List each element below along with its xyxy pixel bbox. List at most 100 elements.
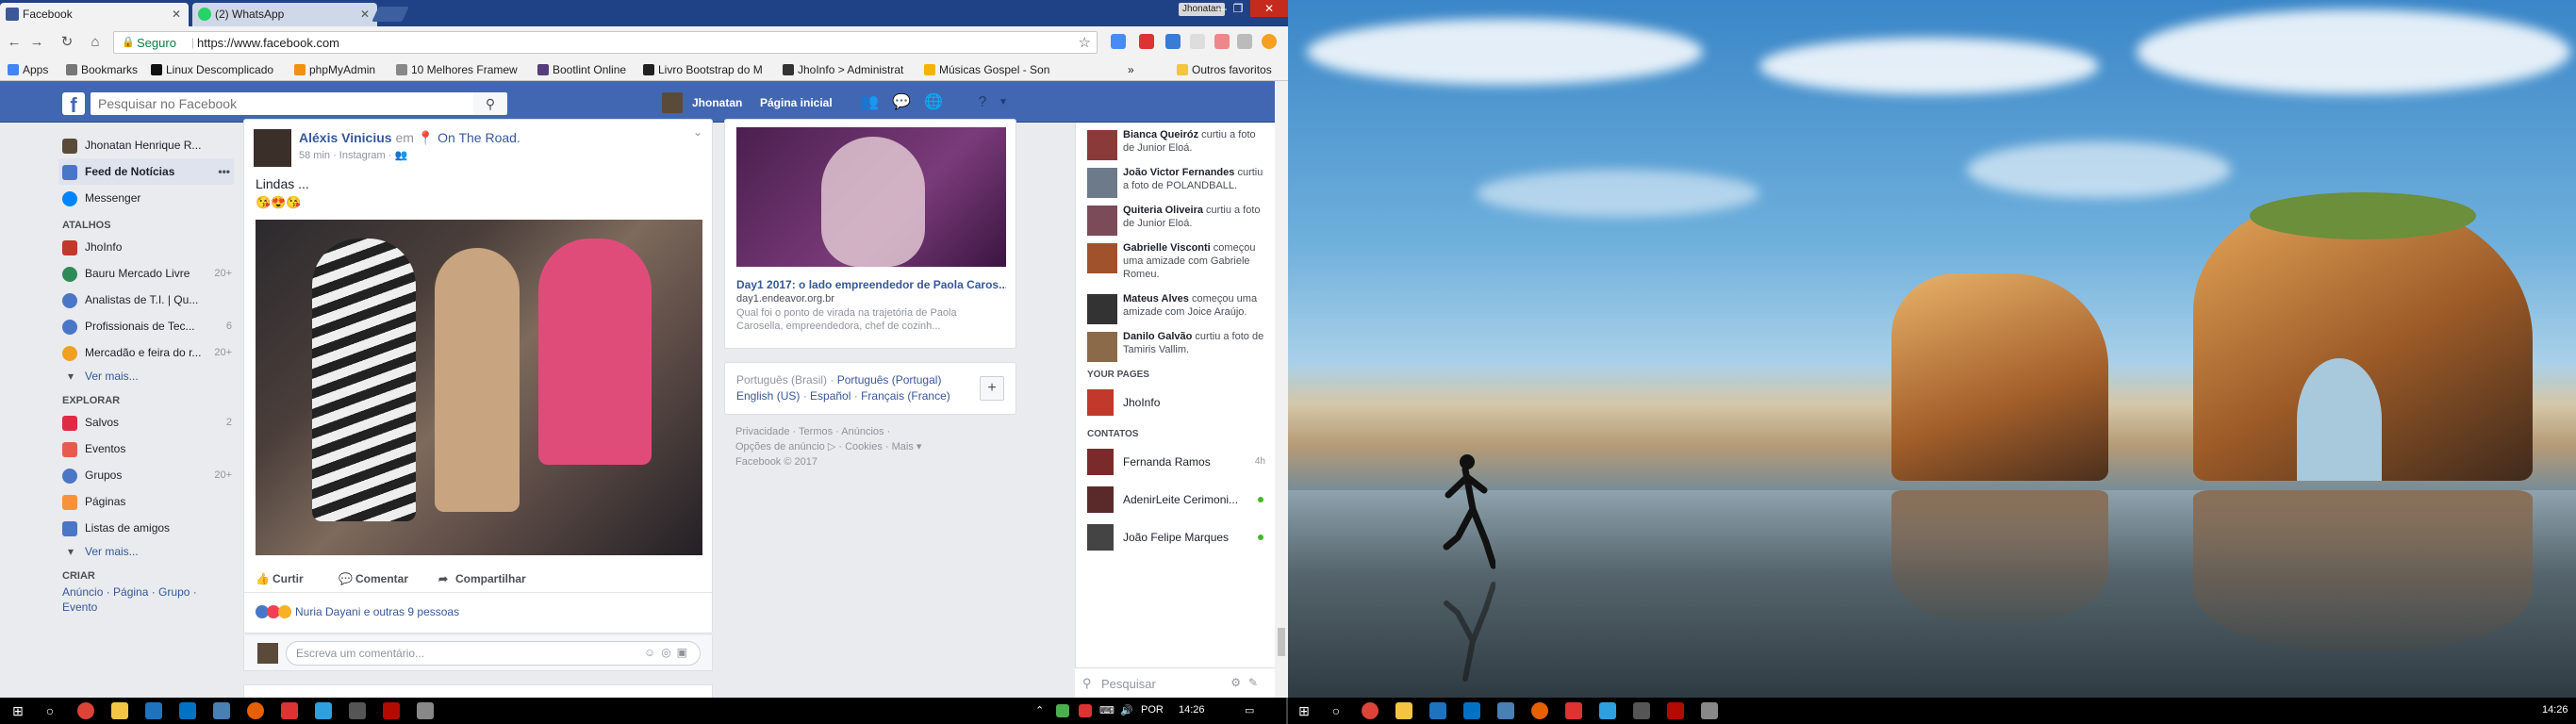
- bookmark-item[interactable]: Livro Bootstrap do M: [643, 63, 763, 76]
- app-icon[interactable]: [1565, 702, 1582, 719]
- facebook-logo-icon[interactable]: f: [62, 92, 85, 117]
- avatar[interactable]: [254, 129, 291, 167]
- sidebar-item-shortcut[interactable]: Mercadão e feira do r... 20+: [58, 339, 234, 366]
- search-icon[interactable]: ⚲: [473, 92, 507, 115]
- translate-extension-icon[interactable]: [1111, 34, 1126, 49]
- facebook-search-input[interactable]: [91, 92, 473, 115]
- post-photo[interactable]: [256, 220, 702, 555]
- sidebar-item-events[interactable]: Eventos: [58, 436, 234, 462]
- windows-start-icon[interactable]: ⊞: [11, 704, 25, 717]
- acrobat-icon[interactable]: [383, 702, 400, 719]
- like-button[interactable]: 👍 Curtir: [256, 572, 304, 585]
- language-link[interactable]: English (US): [736, 389, 800, 403]
- ad-title[interactable]: Day1 2017: o lado empreendedor de Paola …: [736, 278, 1006, 291]
- forward-icon[interactable]: →: [28, 34, 45, 51]
- more-options-icon[interactable]: •••: [218, 158, 230, 185]
- clock[interactable]: 14:26: [2542, 704, 2568, 716]
- bookmark-item[interactable]: phpMyAdmin: [294, 63, 375, 76]
- sidebar-item-friend-lists[interactable]: Listas de amigos: [58, 515, 234, 541]
- new-tab-button[interactable]: [372, 7, 409, 22]
- outlook-icon[interactable]: [1463, 702, 1480, 719]
- create-links[interactable]: Anúncio · Página · Grupo · Evento: [58, 584, 234, 615]
- action-center-icon[interactable]: ▭: [1245, 704, 1254, 716]
- messages-icon[interactable]: 💬: [892, 93, 911, 112]
- contact-item[interactable]: João Felipe Marques: [1076, 518, 1275, 556]
- chrome-icon[interactable]: [77, 702, 94, 719]
- help-icon[interactable]: ?: [973, 93, 992, 112]
- sidebar-item-groups[interactable]: Grupos 20+: [58, 462, 234, 488]
- comment-input[interactable]: Escreva um comentário...: [286, 641, 701, 666]
- extension-icon[interactable]: [1190, 34, 1205, 49]
- outlook-icon[interactable]: [179, 702, 196, 719]
- sidebar-item-messenger[interactable]: Messenger: [58, 185, 234, 211]
- tray-app-icon[interactable]: [1056, 704, 1069, 717]
- url-text[interactable]: https://www.facebook.com: [197, 36, 339, 50]
- account-menu-chevron-icon[interactable]: ▼: [994, 93, 1013, 112]
- app-icon[interactable]: [1633, 702, 1650, 719]
- app-icon[interactable]: [281, 702, 298, 719]
- edge-icon[interactable]: [1429, 702, 1446, 719]
- ticker-item[interactable]: Danilo Galvão curtiu a foto de Tamiris V…: [1076, 324, 1275, 362]
- windows-start-icon[interactable]: ⊞: [1297, 704, 1311, 717]
- post-author-link[interactable]: Aléxis Vinicius: [299, 130, 392, 145]
- maximize-icon[interactable]: ❐: [1226, 0, 1250, 17]
- ticker-item[interactable]: Mateus Alves começou uma amizade com Joi…: [1076, 287, 1275, 324]
- ticker-item[interactable]: Gabrielle Visconti começou uma amizade c…: [1076, 236, 1275, 287]
- back-icon[interactable]: ←: [6, 34, 23, 51]
- close-window-icon[interactable]: ✕: [1250, 0, 1288, 17]
- contact-item[interactable]: AdenirLeite Cerimoni...: [1076, 481, 1275, 518]
- app-icon[interactable]: [213, 702, 230, 719]
- bookmark-item[interactable]: Apps: [8, 63, 48, 76]
- firefox-icon[interactable]: [247, 702, 264, 719]
- bookmarks-overflow-button[interactable]: »: [1128, 63, 1134, 76]
- chat-search-input[interactable]: Pesquisar: [1101, 677, 1156, 691]
- bookmark-item[interactable]: Músicas Gospel - Son: [924, 63, 1049, 76]
- see-more-shortcuts-link[interactable]: Ver mais...: [58, 366, 234, 387]
- post-options-chevron-icon[interactable]: ⌄: [693, 125, 702, 139]
- chat-settings-icons[interactable]: ⚙✎: [1230, 676, 1265, 689]
- share-button[interactable]: ➦ Compartilhar: [438, 572, 526, 585]
- close-tab-icon[interactable]: ✕: [172, 3, 181, 26]
- skype-icon[interactable]: [1599, 702, 1616, 719]
- sidebar-item-shortcut[interactable]: Bauru Mercado Livre 20+: [58, 260, 234, 287]
- other-bookmarks-folder[interactable]: Outros favoritos: [1177, 63, 1272, 76]
- tray-chevron-icon[interactable]: ⌃: [1035, 704, 1044, 716]
- page-scrollbar[interactable]: [1275, 81, 1288, 698]
- reactions-summary[interactable]: Nuria Dayani e outras 9 pessoas: [256, 605, 459, 618]
- tab-facebook[interactable]: Facebook ✕: [0, 3, 189, 26]
- bookmark-item[interactable]: JhoInfo > Administrat: [783, 63, 903, 76]
- home-link[interactable]: Página inicial: [760, 96, 833, 109]
- notifications-globe-icon[interactable]: 🌐: [924, 93, 943, 112]
- bookmark-item[interactable]: Bootlint Online: [537, 63, 626, 76]
- chrome-icon[interactable]: [1362, 702, 1379, 719]
- sidebar-item-saved[interactable]: Salvos 2: [58, 409, 234, 436]
- bookmark-item[interactable]: 10 Melhores Framew: [396, 63, 518, 76]
- sidebar-item-shortcut[interactable]: Profissionais de Tec... 6: [58, 313, 234, 339]
- see-more-explore-link[interactable]: Ver mais...: [58, 541, 234, 562]
- app-icon[interactable]: [1701, 702, 1718, 719]
- friend-requests-icon[interactable]: 👥: [860, 93, 879, 112]
- volume-icon[interactable]: 🔊: [1120, 704, 1133, 716]
- ticker-item[interactable]: Bianca Queiróz curtiu a foto de Junior E…: [1076, 123, 1275, 160]
- cortana-icon[interactable]: ○: [1329, 704, 1343, 717]
- language-link[interactable]: Français (France): [861, 389, 950, 403]
- edge-icon[interactable]: [145, 702, 162, 719]
- bookmark-star-icon[interactable]: ☆: [1079, 34, 1091, 51]
- ticker-item[interactable]: Quiteria Oliveira curtiu a foto de Junio…: [1076, 198, 1275, 236]
- comment-attachment-icons[interactable]: ☺◎▣: [644, 646, 693, 659]
- extension-icon[interactable]: [1237, 34, 1252, 49]
- app-icon[interactable]: [417, 702, 434, 719]
- app-icon[interactable]: [349, 702, 366, 719]
- language-link[interactable]: Português (Portugal): [837, 373, 942, 387]
- cortana-icon[interactable]: ○: [43, 704, 57, 717]
- address-bar[interactable]: 🔒 Seguro | https://www.facebook.com ☆: [113, 31, 1098, 54]
- extension-icon[interactable]: [1214, 34, 1230, 49]
- comment-button[interactable]: 💬 Comentar: [339, 572, 408, 585]
- sidebar-item-shortcut[interactable]: JhoInfo: [58, 234, 234, 260]
- tray-app-icon[interactable]: [1079, 704, 1092, 717]
- your-page-item[interactable]: JhoInfo: [1076, 384, 1275, 421]
- clock[interactable]: 14:26: [1179, 704, 1205, 716]
- app-icon[interactable]: [1497, 702, 1514, 719]
- profile-link[interactable]: Jhonatan: [692, 96, 742, 109]
- language-indicator[interactable]: POR: [1141, 704, 1164, 716]
